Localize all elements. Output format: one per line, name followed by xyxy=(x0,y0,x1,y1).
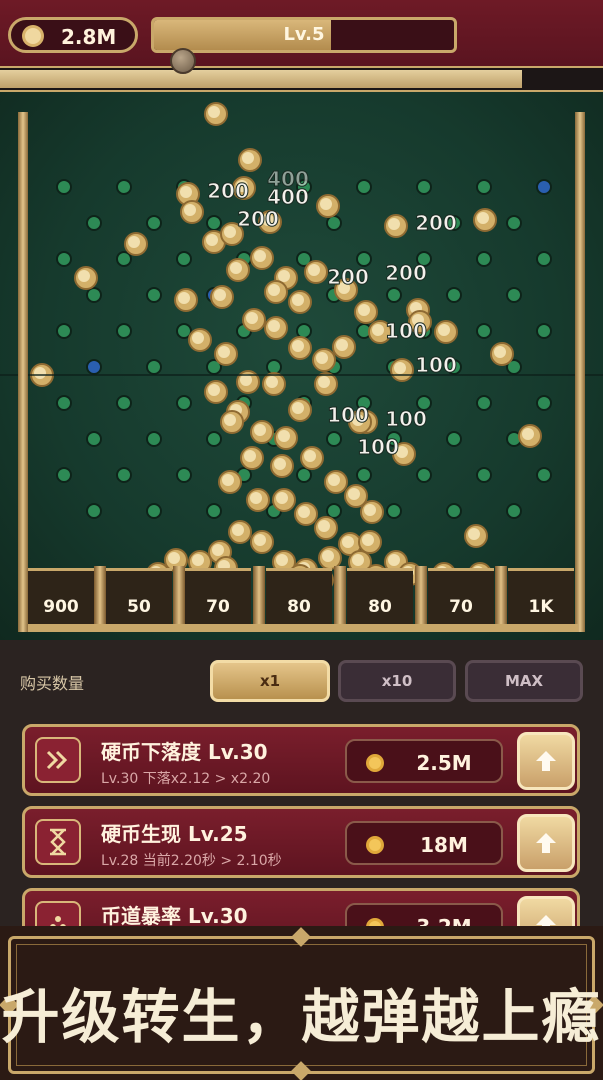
bucket-divider xyxy=(334,566,346,632)
upgrade-button[interactable] xyxy=(517,732,575,790)
score-popups: 400400200200 200200 200100100100 100100 xyxy=(207,167,458,460)
score-popup: 400 xyxy=(267,185,309,209)
qty-x10-button[interactable]: x10 xyxy=(338,660,456,702)
bucket: 70 xyxy=(185,568,251,630)
bucket-value: 50 xyxy=(127,597,151,617)
bucket-value: 80 xyxy=(287,597,311,617)
score-popup: 100 xyxy=(357,435,399,459)
upgrade-title: 硬币下落度 Lv.30 xyxy=(101,740,268,764)
level-label: Lv.5 xyxy=(283,24,325,45)
bucket: 900 xyxy=(28,568,94,630)
bucket: 80 xyxy=(266,568,332,630)
buy-quantity-label: 购买数量 xyxy=(20,674,85,693)
bucket-value: 900 xyxy=(43,597,79,617)
qty-x1-button[interactable]: x1 xyxy=(210,660,330,702)
score-popup: 100 xyxy=(385,319,427,343)
bucket-base xyxy=(28,624,578,632)
coin-balance: 2.8M xyxy=(8,17,138,53)
xp-progress-bar xyxy=(0,66,603,92)
bucket-value: 1K xyxy=(528,597,554,617)
bucket-divider xyxy=(415,566,427,632)
promo-banner: 升级转生，越弹越上瘾 xyxy=(0,926,603,1080)
score-popup: 200 xyxy=(207,179,249,203)
score-popup: 100 xyxy=(327,403,369,427)
score-popup: 200 xyxy=(415,211,457,235)
score-buckets: 900 50 70 80 80 70 1K xyxy=(28,566,578,634)
upgrade-button[interactable] xyxy=(517,814,575,872)
bucket: 70 xyxy=(428,568,494,630)
fast-forward-icon xyxy=(35,737,81,783)
level-bar: Lv.5 xyxy=(151,17,457,53)
banner-slogan: 升级转生，越弹越上瘾 xyxy=(1,983,602,1051)
upgrade-row-drop-speed: 硬币下落度 Lv.30 Lv.30 下落x2.12 > x2.20 2.5M xyxy=(22,724,580,796)
upgrade-cost: 18M xyxy=(345,821,503,865)
upgrade-title: 硬币生现 Lv.25 xyxy=(101,822,248,846)
score-popup: 200 xyxy=(237,207,279,231)
score-popup: 100 xyxy=(385,407,427,431)
bucket-value: 70 xyxy=(206,597,230,617)
bucket: 50 xyxy=(106,568,172,630)
coin-drop-handle[interactable] xyxy=(170,48,196,74)
xp-progress-fill xyxy=(0,70,522,88)
upgrade-detail: Lv.30 下落x2.12 > x2.20 xyxy=(101,771,271,787)
upgrade-title: 币道暴率 Lv.30 xyxy=(101,904,248,928)
score-popup: 200 xyxy=(385,261,427,285)
qty-max-button[interactable]: MAX xyxy=(465,660,583,702)
bucket-divider xyxy=(173,566,185,632)
coin-icon xyxy=(366,836,384,854)
upgrade-cost-value: 18M xyxy=(420,833,468,857)
upgrade-cost-value: 2.5M xyxy=(416,751,472,775)
bucket: 80 xyxy=(347,568,413,630)
coin-icon xyxy=(366,754,384,772)
coin-icon xyxy=(22,25,44,47)
coin-amount: 2.8M xyxy=(61,25,117,49)
hourglass-icon xyxy=(35,819,81,865)
arrow-up-icon xyxy=(536,833,556,853)
bucket-value: 70 xyxy=(449,597,473,617)
bucket-divider xyxy=(253,566,265,632)
upgrade-cost: 2.5M xyxy=(345,739,503,783)
bucket-divider xyxy=(495,566,507,632)
bucket: 1K xyxy=(508,568,574,630)
bucket-value: 80 xyxy=(368,597,392,617)
bucket-divider xyxy=(94,566,106,632)
score-popup: 200 xyxy=(327,265,369,289)
top-hud: 2.8M Lv.5 xyxy=(0,0,603,66)
score-popup: 100 xyxy=(415,353,457,377)
arrow-up-icon xyxy=(536,751,556,771)
upgrade-detail: Lv.28 当前2.20秒 > 2.10秒 xyxy=(101,853,282,869)
upgrade-row-spawn: 硬币生现 Lv.25 Lv.28 当前2.20秒 > 2.10秒 18M xyxy=(22,806,580,878)
